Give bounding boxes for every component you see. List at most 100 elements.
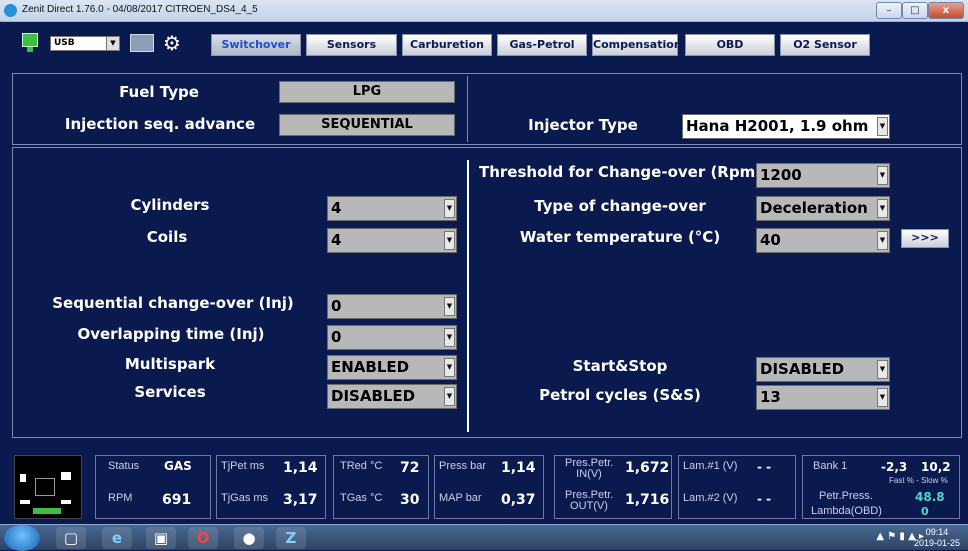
file-explorer-icon[interactable]: ▢ [56, 527, 86, 549]
multispark-value: ENABLED [331, 358, 410, 376]
close-button[interactable]: x [928, 2, 964, 19]
chevron-down-icon[interactable]: ▼ [444, 297, 455, 316]
injection-seq-label: Injection seq. advance [64, 115, 256, 133]
petrol-pressure-cell: Pres.Petr. IN(V) 1,672 Pres.Petr. OUT(V)… [554, 455, 672, 519]
tab-sensors[interactable]: Sensors [306, 34, 397, 56]
zenit-app-icon[interactable]: Z [276, 527, 306, 549]
coils-value: 4 [331, 231, 342, 249]
ecu-device-icon [14, 455, 82, 519]
lambda-obd-value: 0 [921, 505, 929, 518]
chevron-down-icon[interactable]: ▼ [444, 199, 455, 218]
water-temp-value: 40 [760, 231, 781, 249]
petr-press-value: 48.8 [915, 490, 945, 504]
tjgas-value: 3,17 [283, 492, 318, 508]
chevron-down-icon[interactable]: ▼ [877, 166, 888, 185]
bank-fast-value: -2,3 [881, 460, 908, 474]
chevron-down-icon[interactable]: ▼ [877, 388, 888, 407]
status-key: Status [108, 460, 140, 472]
gear-icon[interactable]: ⚙ [163, 33, 183, 53]
tjpet-key: TjPet ms [221, 460, 265, 472]
services-label: Services [134, 383, 206, 401]
chevron-down-icon[interactable]: ▼ [444, 328, 455, 347]
chat-app-icon[interactable]: ● [234, 527, 264, 549]
bank-cell: Bank 1 -2,3 10,2 Fast % - Slow % Petr.Pr… [802, 455, 960, 519]
press-value: 1,14 [501, 460, 536, 476]
start-stop-label: Start&Stop [572, 357, 668, 375]
chevron-down-icon[interactable]: ▼ [877, 199, 888, 218]
status-value: GAS [164, 459, 192, 473]
multispark-label: Multispark [124, 355, 216, 373]
tab-o2-sensor[interactable]: O2 Sensor [780, 34, 870, 56]
seq-changeover-value: 0 [331, 297, 342, 315]
fuel-type-label: Fuel Type [119, 83, 199, 101]
coils-select[interactable]: 4 ▼ [327, 228, 457, 253]
petrol-cycles-label: Petrol cycles (S&S) [539, 386, 701, 404]
type-changeover-value: Deceleration [760, 199, 868, 217]
services-select[interactable]: DISABLED ▼ [327, 384, 457, 409]
press-key: Press bar [439, 460, 487, 472]
tab-gas-petrol[interactable]: Gas-Petrol [497, 34, 587, 56]
lam2-value: - - [757, 492, 772, 506]
injection-time-cell: TjPet ms 1,14 TjGas ms 3,17 [216, 455, 326, 519]
coils-label: Coils [146, 228, 188, 246]
injector-type-label: Injector Type [528, 116, 638, 134]
threshold-select[interactable]: 1200 ▼ [756, 163, 890, 188]
lam2-key: Lam.#2 (V) [683, 492, 738, 504]
tred-value: 72 [400, 460, 420, 476]
browser-e-icon[interactable]: e [102, 527, 132, 549]
port-select[interactable]: USB ▼ [50, 36, 120, 51]
type-changeover-select[interactable]: Deceleration ▼ [756, 196, 890, 221]
port-select-value: USB [54, 38, 75, 48]
petrol-cycles-value: 13 [760, 388, 781, 406]
multispark-select[interactable]: ENABLED ▼ [327, 355, 457, 380]
taskbar-clock[interactable]: 09:14 2019-01-25 [914, 527, 960, 549]
taskbar: ▢ e ▣ O ● Z ▲ ⚑ ▮ ▲ ▸ 09:14 2019-01-25 [0, 524, 968, 551]
rpm-key: RPM [108, 492, 133, 504]
tab-carburetion[interactable]: Carburetion [402, 34, 492, 56]
fast-slow-caption: Fast % - Slow % [889, 476, 948, 485]
lambda-obd-key: Lambda(OBD) [811, 505, 882, 517]
cylinders-select[interactable]: 4 ▼ [327, 196, 457, 221]
chevron-down-icon[interactable]: ▼ [877, 360, 888, 379]
chevron-down-icon[interactable]: ▼ [106, 37, 119, 50]
injector-type-value: Hana H2001, 1.9 ohm [686, 117, 869, 135]
start-stop-select[interactable]: DISABLED ▼ [756, 357, 890, 382]
start-button[interactable] [4, 525, 40, 551]
app-logo-icon [4, 4, 17, 17]
water-temp-label: Water temperature (°C) [519, 228, 721, 246]
tab-switchover[interactable]: Switchover [211, 34, 301, 56]
bank-slow-value: 10,2 [921, 460, 951, 474]
computer-connection-icon[interactable] [22, 33, 38, 47]
folder-home-icon[interactable] [130, 34, 154, 52]
more-options-button[interactable]: >>> [901, 229, 949, 248]
chevron-down-icon[interactable]: ▼ [444, 358, 455, 377]
opera-icon[interactable]: O [188, 527, 218, 549]
tred-key: TRed °C [340, 460, 383, 472]
chevron-down-icon[interactable]: ▼ [444, 231, 455, 250]
chevron-down-icon[interactable]: ▼ [877, 231, 888, 250]
chevron-down-icon[interactable]: ▼ [877, 117, 888, 136]
chevron-down-icon[interactable]: ▼ [444, 387, 455, 406]
tab-obd[interactable]: OBD [685, 34, 775, 56]
main-divider [467, 160, 469, 432]
maximize-button[interactable]: □ [902, 2, 928, 19]
panel-divider [467, 76, 468, 142]
clock-time: 09:14 [925, 527, 949, 537]
status-cell: Status GAS RPM 691 [95, 455, 211, 519]
cylinders-label: Cylinders [130, 196, 210, 214]
water-temp-select[interactable]: 40 ▼ [756, 228, 890, 253]
petrol-cycles-select[interactable]: 13 ▼ [756, 385, 890, 410]
minimize-button[interactable]: – [876, 2, 902, 19]
tab-compensations[interactable]: Compensations [592, 34, 688, 56]
seq-changeover-label: Sequential change-over (Inj) [52, 294, 294, 312]
temperature-cell: TRed °C 72 TGas °C 30 [333, 455, 429, 519]
seq-changeover-select[interactable]: 0 ▼ [327, 294, 457, 319]
media-player-icon[interactable]: ▣ [146, 527, 176, 549]
pres-out-value: 1,716 [625, 492, 670, 508]
clock-date: 2019-01-25 [913, 538, 960, 548]
start-stop-value: DISABLED [760, 360, 845, 378]
tjgas-key: TjGas ms [221, 492, 269, 504]
overlapping-time-select[interactable]: 0 ▼ [327, 325, 457, 350]
rpm-value: 691 [162, 492, 192, 508]
injector-type-select[interactable]: Hana H2001, 1.9 ohm ▼ [682, 114, 890, 139]
